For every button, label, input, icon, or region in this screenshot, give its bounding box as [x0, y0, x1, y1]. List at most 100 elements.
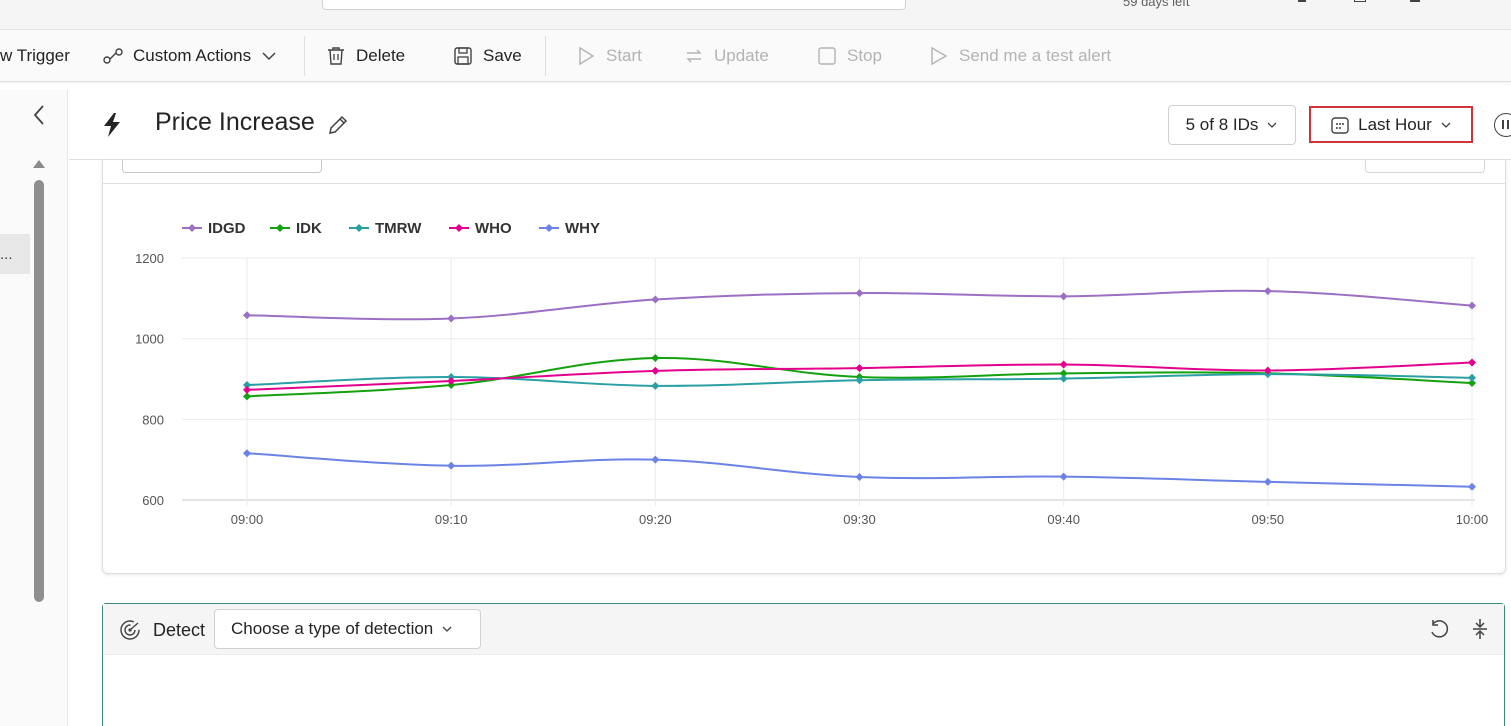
save-icon	[452, 45, 474, 67]
top-bar: 59 days left	[0, 0, 1511, 30]
data-point[interactable]	[651, 366, 660, 375]
legend-marker	[545, 224, 553, 232]
stop-icon	[816, 45, 838, 67]
trial-status: 59 days left	[1123, 0, 1190, 9]
data-point[interactable]	[1059, 374, 1068, 383]
pause-icon[interactable]	[1494, 113, 1511, 137]
custom-actions-button[interactable]: Custom Actions	[102, 30, 277, 82]
x-axis: 09:00 09:10 09:20 09:30 09:40 09:50 10:00	[231, 512, 1489, 527]
legend-label: TMRW	[375, 220, 422, 237]
data-point[interactable]	[447, 314, 456, 323]
time-range-dropdown[interactable]: Last Hour	[1309, 106, 1473, 143]
legend-item-who[interactable]: WHO	[449, 220, 512, 237]
start-button[interactable]: Start	[575, 30, 642, 82]
chart-options-button[interactable]	[1365, 160, 1485, 173]
data-point[interactable]	[855, 473, 864, 482]
data-point[interactable]	[651, 295, 660, 304]
delete-button[interactable]: Delete	[325, 30, 405, 82]
data-point[interactable]	[243, 449, 251, 458]
data-point[interactable]	[1263, 287, 1272, 296]
sidebar-item-label: ...	[0, 245, 13, 263]
sidebar-item-selected[interactable]: ...	[0, 234, 30, 274]
collapse-panel-button[interactable]	[28, 104, 50, 126]
undo-icon[interactable]	[1427, 617, 1451, 641]
chevron-down-icon	[1266, 119, 1278, 131]
chevron-down-icon	[441, 623, 453, 635]
data-point[interactable]	[1263, 477, 1272, 486]
property-select[interactable]	[122, 160, 322, 173]
x-tick-label: 09:20	[639, 512, 672, 527]
data-point[interactable]	[1059, 472, 1068, 481]
legend-marker	[188, 224, 196, 232]
legend-label: IDGD	[208, 220, 246, 237]
scroll-up-arrow[interactable]	[33, 160, 45, 168]
update-button[interactable]: Update	[683, 30, 769, 82]
toolbar-divider	[545, 36, 546, 76]
x-tick-label: 09:50	[1252, 512, 1285, 527]
calendar-icon	[1330, 115, 1350, 135]
collapse-icon[interactable]	[1468, 617, 1492, 641]
more-icon[interactable]	[1410, 0, 1420, 2]
data-point[interactable]	[855, 289, 864, 298]
detection-type-dropdown[interactable]: Choose a type of detection	[214, 609, 481, 649]
app-root: 59 days left w Trigger Custom Actions De…	[0, 0, 1511, 726]
legend-item-idgd[interactable]: IDGD	[182, 220, 246, 237]
detection-type-placeholder: Choose a type of detection	[231, 619, 434, 638]
refresh-icon	[683, 45, 705, 67]
data-point[interactable]	[651, 381, 660, 390]
data-point[interactable]	[1059, 360, 1068, 369]
stop-label: Stop	[847, 46, 882, 65]
save-button[interactable]: Save	[452, 30, 522, 82]
edit-title-icon[interactable]	[326, 113, 350, 137]
data-point[interactable]	[651, 455, 660, 464]
chevron-left-icon	[32, 104, 46, 126]
data-point[interactable]	[1468, 358, 1476, 367]
y-tick-label: 600	[142, 493, 164, 508]
stop-button[interactable]: Stop	[816, 30, 882, 82]
detect-panel-header: Detect Choose a type of detection	[103, 604, 1504, 655]
update-label: Update	[714, 46, 769, 65]
legend-marker	[276, 224, 284, 232]
data-point[interactable]	[651, 354, 660, 363]
detect-label: Detect	[153, 620, 206, 640]
legend-item-idk[interactable]: IDK	[270, 220, 322, 237]
send-test-alert-button[interactable]: Send me a test alert	[928, 30, 1111, 82]
minimize-icon[interactable]	[1298, 0, 1306, 2]
legend-item-tmrw[interactable]: TMRW	[349, 220, 422, 237]
delete-label: Delete	[356, 46, 406, 65]
new-trigger-button[interactable]: w Trigger	[0, 30, 70, 82]
data-point[interactable]	[1059, 292, 1068, 301]
legend-label: WHY	[565, 220, 600, 237]
y-axis: 1200 1000 800 600	[135, 251, 164, 508]
chevron-down-icon	[261, 48, 277, 64]
price-line-chart: IDGD IDK TMRW WHO WHY 12001000800600 09:00 09…	[135, 220, 1489, 527]
x-tick-label: 09:40	[1047, 512, 1080, 527]
start-label: Start	[606, 46, 642, 65]
legend-label: WHO	[475, 220, 512, 237]
restore-icon[interactable]	[1354, 0, 1366, 2]
play-icon	[575, 45, 597, 67]
legend-item-why[interactable]: WHY	[539, 220, 600, 237]
search-box[interactable]	[322, 0, 906, 10]
x-tick-label: 09:00	[231, 512, 264, 527]
page-title: Price Increase	[155, 108, 315, 136]
chevron-down-icon	[1440, 119, 1452, 131]
data-point[interactable]	[243, 385, 251, 394]
data-point[interactable]	[855, 364, 864, 373]
x-tick-label: 10:00	[1456, 512, 1489, 527]
scrollbar-thumb[interactable]	[34, 180, 44, 602]
new-trigger-label: w Trigger	[0, 46, 70, 65]
time-range-label: Last Hour	[1358, 114, 1432, 134]
data-point[interactable]	[1468, 301, 1476, 310]
trash-icon	[325, 45, 347, 67]
data-point[interactable]	[447, 461, 456, 470]
ids-filter-dropdown[interactable]: 5 of 8 IDs	[1168, 105, 1296, 145]
data-point[interactable]	[1468, 482, 1476, 491]
lightning-icon	[100, 112, 124, 138]
y-tick-label: 800	[142, 412, 164, 427]
send-test-label: Send me a test alert	[959, 46, 1112, 65]
flow-icon	[102, 45, 124, 67]
data-point[interactable]	[1468, 373, 1476, 382]
save-label: Save	[483, 46, 522, 65]
data-point[interactable]	[243, 311, 251, 320]
